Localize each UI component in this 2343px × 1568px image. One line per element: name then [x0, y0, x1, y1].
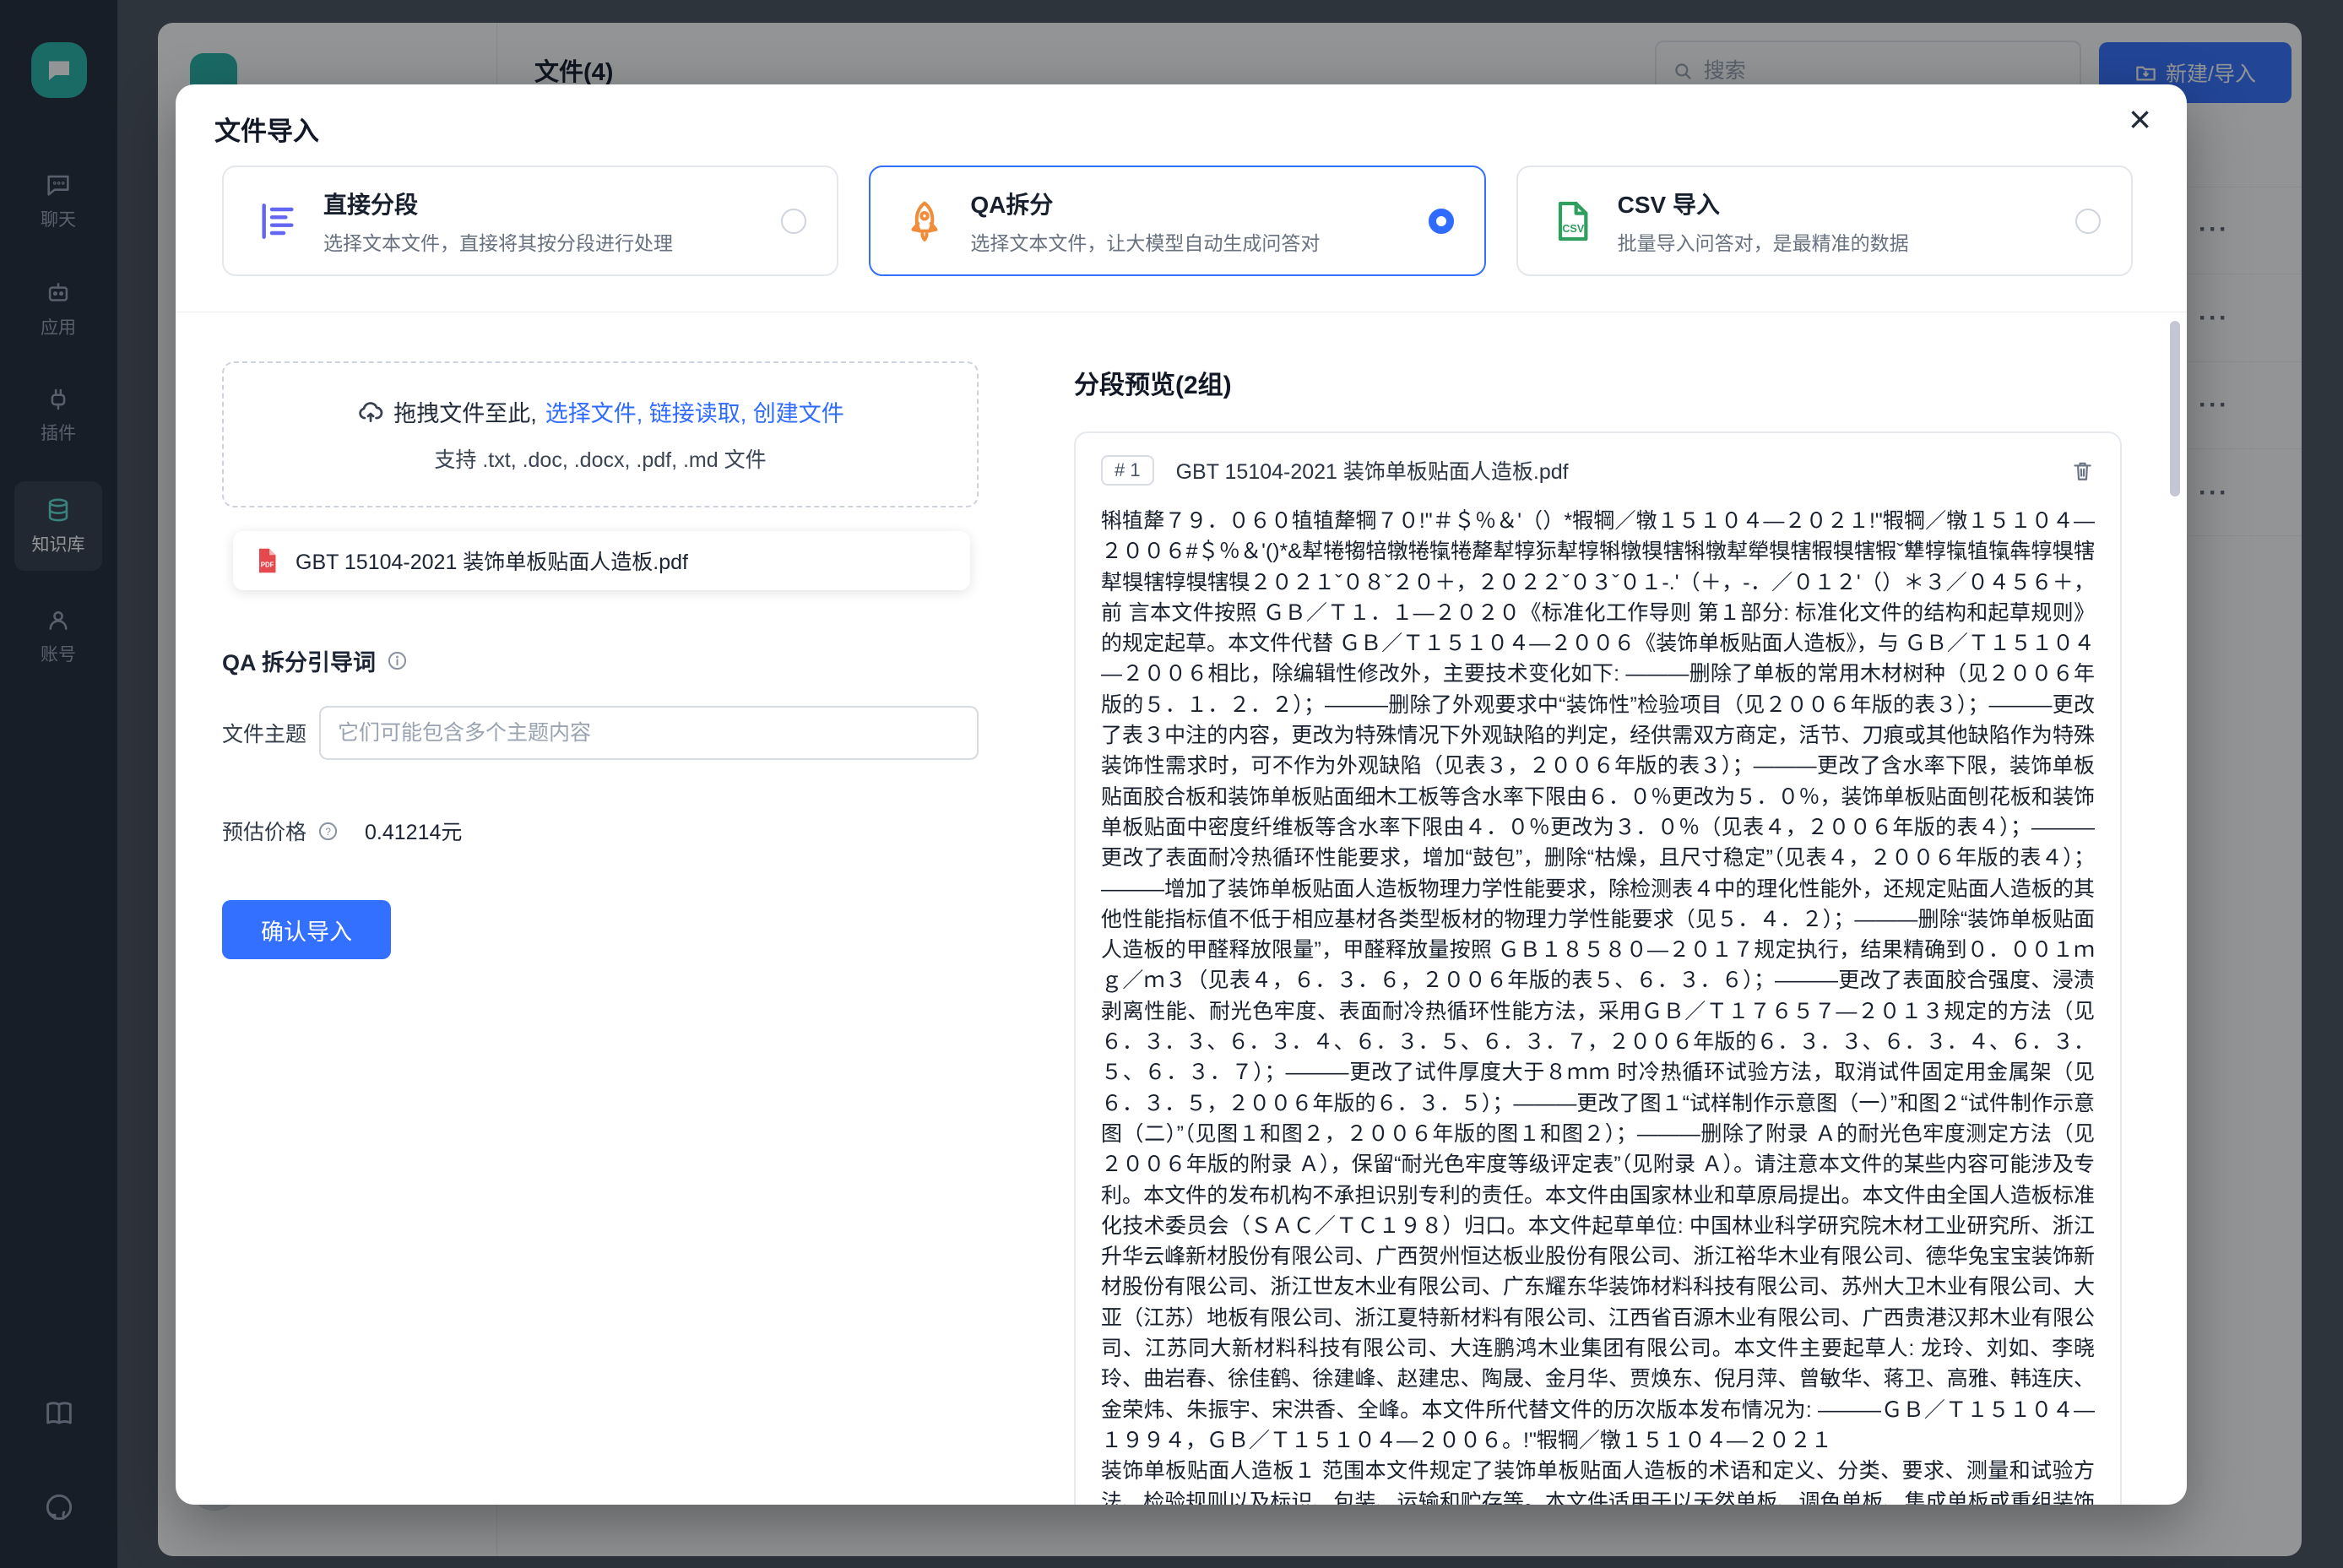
file-import-modal: 文件导入 × 直接分段 选择文本文件，直接将其按分段进行处理 [176, 84, 2187, 1505]
uploaded-file-name: GBT 15104-2021 装饰单板贴面人造板.pdf [296, 545, 688, 576]
price-value: 0.41214元 [365, 816, 462, 846]
radio-unchecked[interactable] [781, 209, 806, 234]
screen: 聊天 应用 插件 知识库 账号 文件(4) [0, 0, 2343, 1568]
svg-text:PDF: PDF [261, 562, 274, 569]
confirm-import-button[interactable]: 确认导入 [222, 900, 391, 959]
import-config-panel: 拖拽文件至此, 选择文件, 链接读取, 创建文件 支持 .txt, .doc, … [222, 312, 979, 959]
price-row: 预估价格 ? 0.41214元 [222, 816, 979, 846]
cloud-upload-icon [356, 398, 385, 426]
svg-text:?: ? [325, 826, 331, 838]
rocket-icon [901, 198, 948, 245]
topic-input[interactable] [319, 706, 979, 760]
qa-prompt-label: QA 拆分引导词 [222, 644, 376, 677]
mode-card-qa-split[interactable]: QA拆分 选择文本文件，让大模型自动生成问答对 [869, 165, 1485, 276]
modal-scrollbar-thumb[interactable] [2170, 321, 2180, 496]
chunk-header: # 1 GBT 15104-2021 装饰单板贴面人造板.pdf [1101, 455, 2095, 486]
uploaded-file-item[interactable]: PDF GBT 15104-2021 装饰单板贴面人造板.pdf [233, 531, 970, 590]
chunk-paragraph: 犐犆犛７９．０６０犆犆犛犅７０!"＃＄％＆'（）*犌犅／犜１５１０４—２０２１!… [1101, 506, 2095, 1456]
dropzone-supported-types: 支持 .txt, .doc, .docx, .pdf, .md 文件 [434, 443, 766, 474]
dropzone-hint: 拖拽文件至此, [393, 395, 537, 428]
price-label: 预估价格 [222, 816, 306, 846]
file-dropzone[interactable]: 拖拽文件至此, 选择文件, 链接读取, 创建文件 支持 .txt, .doc, … [222, 361, 979, 507]
help-icon[interactable]: ? [317, 820, 339, 843]
mode-desc: 选择文本文件，直接将其按分段进行处理 [323, 227, 673, 256]
preview-chunk-card: # 1 GBT 15104-2021 装饰单板贴面人造板.pdf 犐犆犛７９．０… [1074, 431, 2122, 1505]
mode-title: 直接分段 [323, 187, 673, 220]
segment-preview-panel: 分段预览(2组) # 1 GBT 15104-2021 装饰单板贴面人造板.pd… [1074, 312, 2122, 1505]
chunk-index-badge: # 1 [1101, 455, 1154, 486]
trash-icon[interactable] [2070, 458, 2095, 483]
segment-icon [254, 198, 301, 245]
dropzone-line1: 拖拽文件至此, 选择文件, 链接读取, 创建文件 [356, 395, 844, 428]
mode-title: QA拆分 [970, 187, 1320, 220]
info-icon[interactable] [386, 649, 409, 672]
mode-text: QA拆分 选择文本文件，让大模型自动生成问答对 [970, 187, 1320, 256]
modal-title: 文件导入 [214, 110, 319, 148]
import-mode-selector: 直接分段 选择文本文件，直接将其按分段进行处理 QA拆分 选择文本文件，让大模型… [222, 165, 2133, 276]
svg-text:CSV: CSV [1562, 222, 1584, 234]
mode-card-direct-segment[interactable]: 直接分段 选择文本文件，直接将其按分段进行处理 [222, 165, 838, 276]
preview-heading: 分段预览(2组) [1074, 364, 2122, 401]
dropzone-links[interactable]: 选择文件, 链接读取, 创建文件 [545, 395, 844, 428]
mode-title: CSV 导入 [1618, 187, 1909, 220]
mode-card-csv-import[interactable]: CSV CSV 导入 批量导入问答对，是最精准的数据 [1516, 165, 2133, 276]
topic-label: 文件主题 [222, 718, 319, 748]
mode-desc: 批量导入问答对，是最精准的数据 [1618, 227, 1909, 256]
topic-row: 文件主题 [222, 706, 979, 760]
qa-prompt-row: QA 拆分引导词 [222, 644, 979, 677]
mode-text: CSV 导入 批量导入问答对，是最精准的数据 [1618, 187, 1909, 256]
csv-file-icon: CSV [1548, 198, 1596, 245]
radio-checked[interactable] [1429, 209, 1454, 234]
mode-desc: 选择文本文件，让大模型自动生成问答对 [970, 227, 1320, 256]
chunk-paragraph: 装饰单板贴面人造板１ 范围本文件规定了装饰单板贴面人造板的术语和定义、分类、要求… [1101, 1456, 2095, 1505]
pdf-file-icon: PDF [252, 545, 282, 576]
radio-unchecked[interactable] [2075, 209, 2101, 234]
chunk-file-name: GBT 15104-2021 装饰单板贴面人造板.pdf [1176, 455, 1569, 486]
mode-text: 直接分段 选择文本文件，直接将其按分段进行处理 [323, 187, 673, 256]
close-icon[interactable]: × [2129, 100, 2151, 138]
chunk-text: 犐犆犛７９．０６０犆犆犛犅７０!"＃＄％＆'（）*犌犅／犜１５１０４—２０２１!… [1101, 506, 2095, 1505]
